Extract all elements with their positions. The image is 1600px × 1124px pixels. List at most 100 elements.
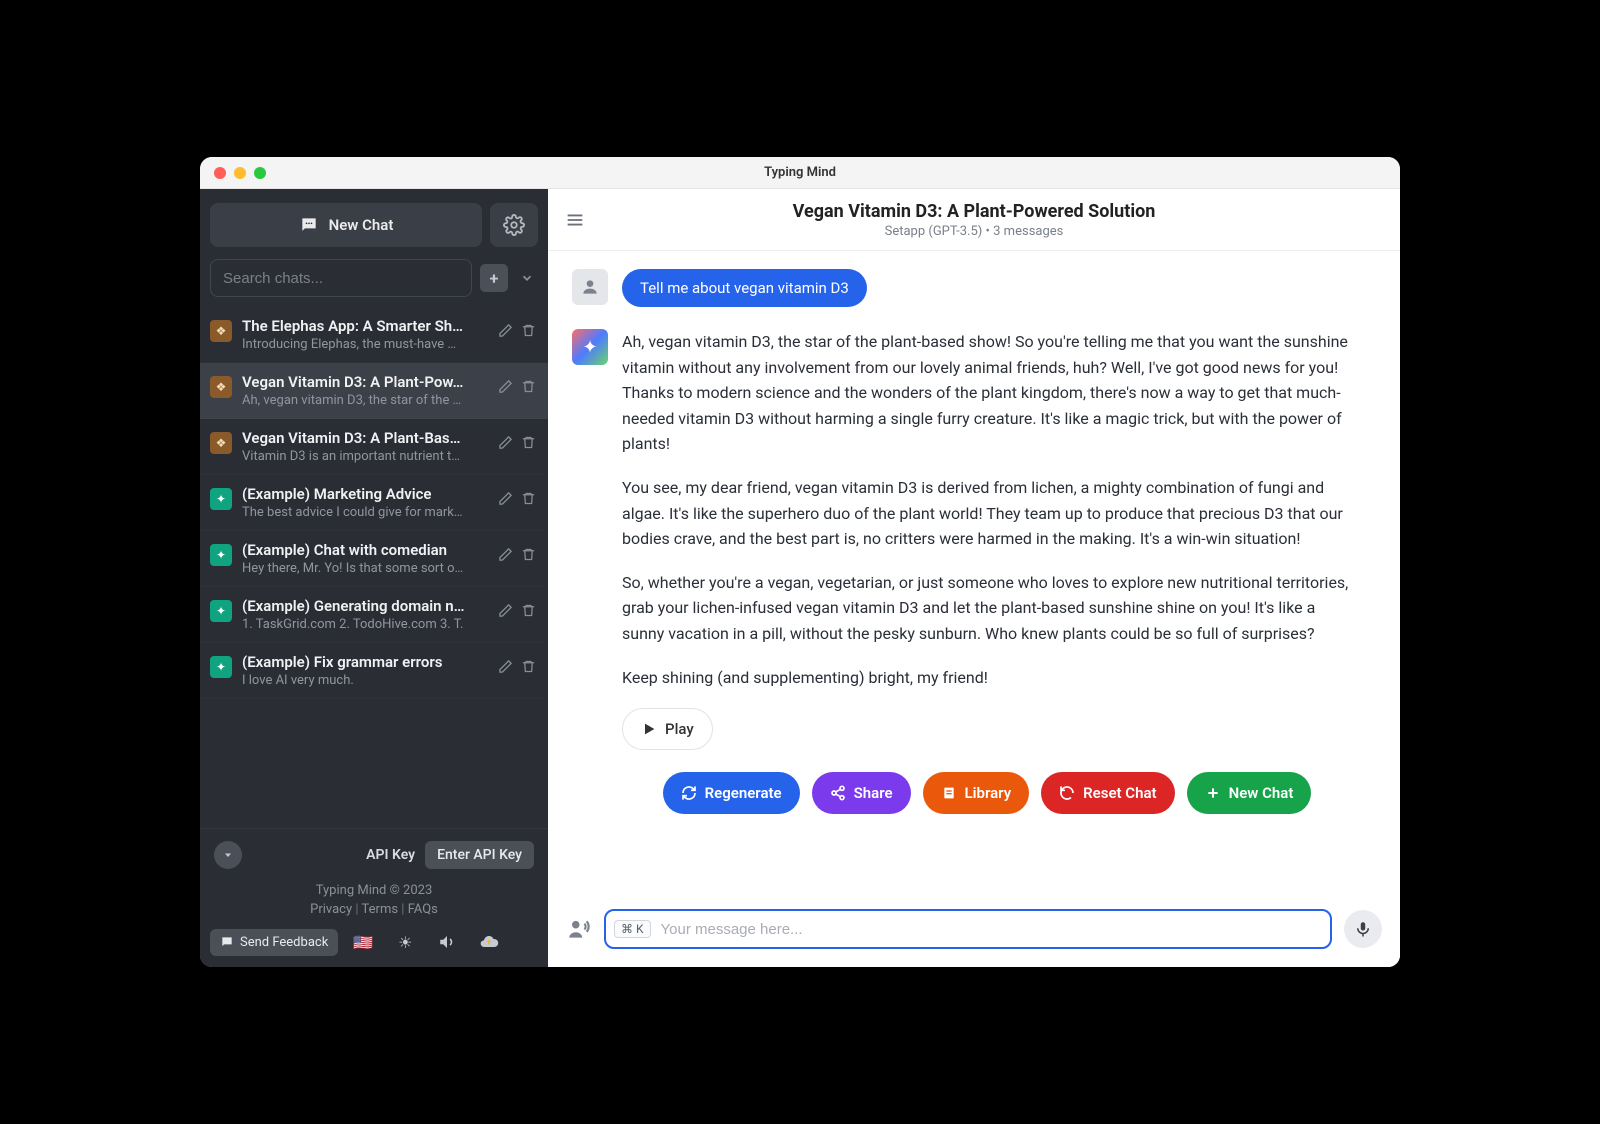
sort-dropdown[interactable]	[516, 264, 538, 292]
persona-icon: ❖	[210, 320, 232, 342]
action-bar: Regenerate Share Library	[622, 772, 1352, 814]
faqs-link[interactable]: FAQs	[408, 902, 438, 917]
collapse-sidebar-button[interactable]	[214, 841, 242, 869]
chat-item-preview: Ah, vegan vitamin D3, the star of the …	[242, 393, 488, 408]
add-folder-button[interactable]: +	[480, 264, 508, 292]
minimize-window-button[interactable]	[234, 167, 246, 179]
chat-item-title: The Elephas App: A Smarter Sh…	[242, 317, 488, 335]
openai-icon: ✦	[210, 488, 232, 510]
edit-chat-icon[interactable]	[498, 603, 513, 618]
new-chat-button[interactable]: New Chat	[210, 203, 482, 247]
language-button[interactable]: 🇺🇸	[346, 927, 380, 957]
gear-icon	[503, 214, 525, 236]
chat-list-item[interactable]: ✦(Example) Marketing AdviceThe best advi…	[200, 475, 548, 531]
delete-chat-icon[interactable]	[521, 603, 536, 618]
chat-list-item[interactable]: ✦(Example) Generating domain n…1. TaskGr…	[200, 587, 548, 643]
ai-avatar: ✦	[572, 329, 608, 365]
edit-chat-icon[interactable]	[498, 435, 513, 450]
sun-icon: ☀	[398, 933, 412, 952]
delete-chat-icon[interactable]	[521, 435, 536, 450]
reset-chat-button[interactable]: Reset Chat	[1041, 772, 1174, 814]
terms-link[interactable]: Terms	[362, 902, 399, 917]
edit-chat-icon[interactable]	[498, 323, 513, 338]
plus-icon	[1205, 785, 1221, 801]
chat-item-preview: Introducing Elephas, the must-have …	[242, 337, 488, 352]
search-input[interactable]	[210, 259, 472, 297]
chat-item-title: (Example) Chat with comedian	[242, 541, 488, 559]
feedback-icon	[220, 935, 234, 949]
book-icon	[941, 785, 957, 801]
mic-button[interactable]	[1344, 910, 1382, 948]
privacy-link[interactable]: Privacy	[310, 902, 352, 917]
traffic-lights	[200, 167, 266, 179]
share-button[interactable]: Share	[812, 772, 911, 814]
plus-icon: +	[490, 269, 499, 288]
send-feedback-button[interactable]: Send Feedback	[210, 929, 338, 956]
voice-input-button[interactable]	[566, 916, 592, 942]
edit-chat-icon[interactable]	[498, 547, 513, 562]
chat-item-title: (Example) Fix grammar errors	[242, 653, 488, 671]
sidebar-footer: API Key Enter API Key Typing Mind © 2023…	[200, 828, 548, 967]
send-feedback-label: Send Feedback	[240, 935, 328, 950]
copyright: Typing Mind © 2023	[200, 881, 548, 900]
chat-subtitle: Setapp (GPT-3.5) • 3 messages	[592, 224, 1356, 239]
edit-chat-icon[interactable]	[498, 659, 513, 674]
chat-list-item[interactable]: ✦(Example) Fix grammar errorsI love AI v…	[200, 643, 548, 699]
api-key-label: API Key	[366, 847, 415, 863]
chat-list-item[interactable]: ❖Vegan Vitamin D3: A Plant-Pow…Ah, vegan…	[200, 363, 548, 419]
caret-down-icon	[222, 849, 234, 861]
delete-chat-icon[interactable]	[521, 659, 536, 674]
legal-links: Privacy | Terms | FAQs	[200, 900, 548, 919]
chat-bubble-icon	[299, 215, 319, 235]
delete-chat-icon[interactable]	[521, 547, 536, 562]
enter-api-key-button[interactable]: Enter API Key	[425, 841, 534, 869]
keyboard-shortcut-hint: ⌘ K	[614, 920, 651, 938]
main-panel: Vegan Vitamin D3: A Plant-Powered Soluti…	[548, 189, 1400, 967]
chat-list-item[interactable]: ❖Vegan Vitamin D3: A Plant-Bas…Vitamin D…	[200, 419, 548, 475]
cloud-upload-icon	[479, 932, 499, 952]
chat-item-title: (Example) Generating domain n…	[242, 597, 488, 615]
chat-list-item[interactable]: ✦ (Example) Chat with comedian Hey there, …	[200, 531, 548, 587]
regenerate-label: Regenerate	[705, 781, 782, 805]
new-chat-action-label: New Chat	[1229, 781, 1294, 805]
sound-button[interactable]	[430, 927, 464, 957]
edit-chat-icon[interactable]	[498, 379, 513, 394]
chat-item-preview: Vitamin D3 is an important nutrient t…	[242, 449, 488, 464]
microphone-icon	[1354, 920, 1372, 938]
delete-chat-icon[interactable]	[521, 323, 536, 338]
ai-paragraph: So, whether you're a vegan, vegetarian, …	[622, 570, 1352, 647]
edit-chat-icon[interactable]	[498, 491, 513, 506]
chat-item-preview: The best advice I could give for mark…	[242, 505, 488, 520]
backup-button[interactable]	[472, 927, 506, 957]
chat-item-preview: 1. TaskGrid.com 2. TodoHive.com 3. T.	[242, 617, 488, 632]
main-header: Vegan Vitamin D3: A Plant-Powered Soluti…	[548, 189, 1400, 251]
chat-list: ❖ The Elephas App: A Smarter Sh… Introduci…	[200, 307, 548, 828]
sidebar: New Chat + ❖The Elep	[200, 189, 548, 967]
person-speaking-icon	[566, 916, 592, 942]
delete-chat-icon[interactable]	[521, 491, 536, 506]
maximize-window-button[interactable]	[254, 167, 266, 179]
new-chat-action-button[interactable]: New Chat	[1187, 772, 1312, 814]
app-body: New Chat + ❖The Elep	[200, 189, 1400, 967]
theme-button[interactable]: ☀	[388, 927, 422, 957]
speaker-icon	[438, 933, 456, 951]
chevron-down-icon	[520, 271, 534, 285]
persona-icon: ❖	[210, 376, 232, 398]
library-button[interactable]: Library	[923, 772, 1030, 814]
input-area: ⌘ K	[548, 895, 1400, 967]
openai-icon: ✦	[210, 544, 232, 566]
message-input-container: ⌘ K	[604, 909, 1332, 949]
toggle-sidebar-button[interactable]	[564, 209, 592, 231]
ai-message-row: ✦ Ah, vegan vitamin D3, the star of the …	[572, 329, 1376, 814]
share-label: Share	[854, 781, 893, 805]
play-icon	[641, 721, 657, 737]
delete-chat-icon[interactable]	[521, 379, 536, 394]
message-input[interactable]	[651, 921, 1322, 938]
play-button[interactable]: Play	[622, 708, 713, 750]
close-window-button[interactable]	[214, 167, 226, 179]
chat-list-item[interactable]: ❖ The Elephas App: A Smarter Sh… Introduci…	[200, 307, 548, 363]
regenerate-button[interactable]: Regenerate	[663, 772, 800, 814]
chat-item-preview: Hey there, Mr. Yo! Is that some sort o…	[242, 561, 488, 576]
settings-button[interactable]	[490, 203, 538, 247]
messages-scroll[interactable]: Tell me about vegan vitamin D3 ✦ Ah, veg…	[548, 251, 1400, 967]
